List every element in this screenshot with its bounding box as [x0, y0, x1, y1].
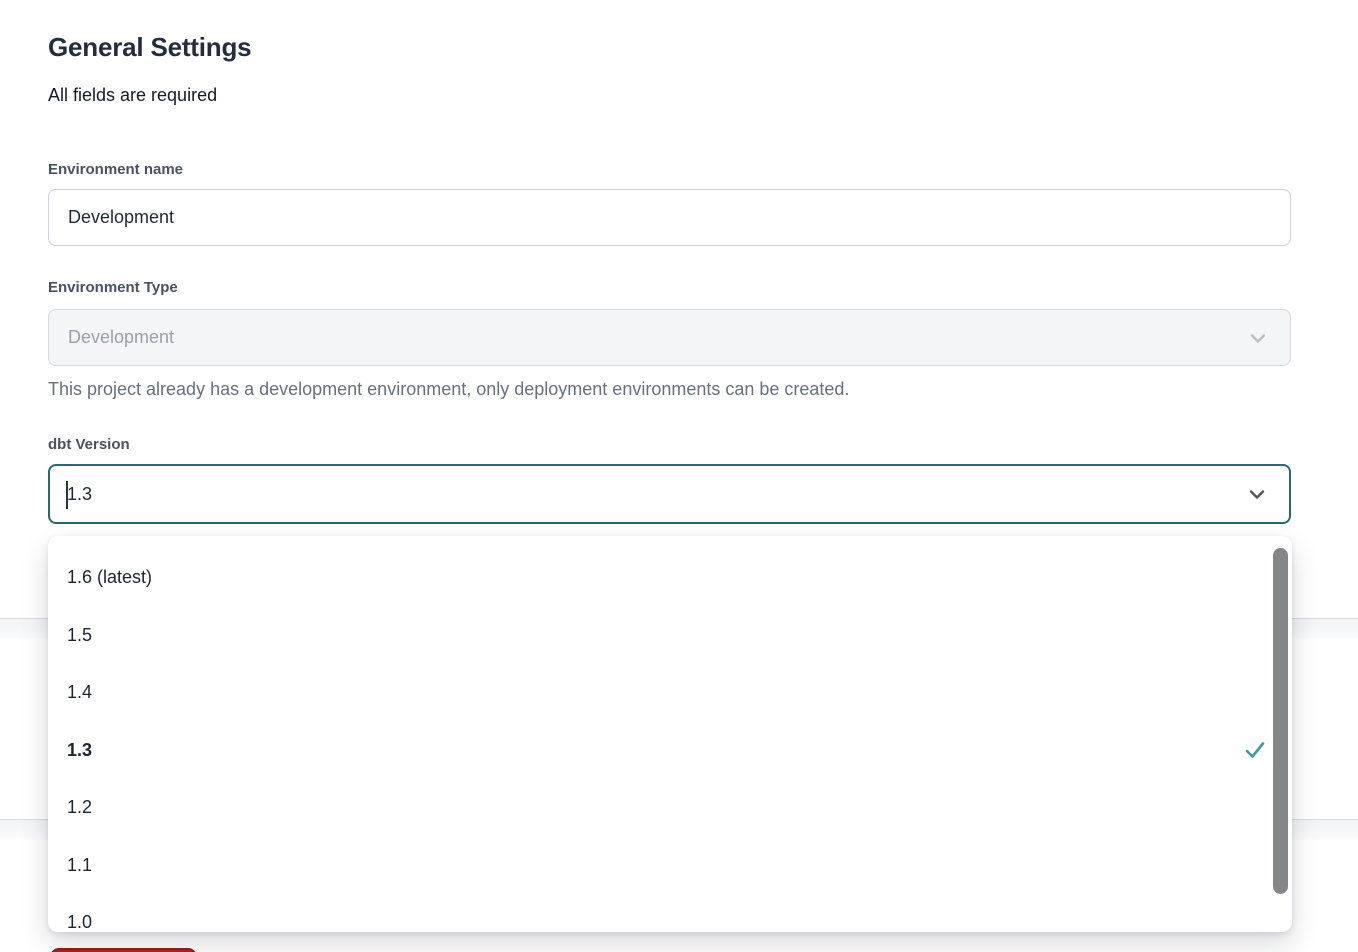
- dbt-version-combobox[interactable]: 1.3: [48, 464, 1291, 524]
- version-option-label: 1.2: [67, 797, 92, 818]
- page-title: General Settings: [48, 32, 251, 63]
- version-option[interactable]: 1.4: [48, 664, 1292, 722]
- dbt-version-label: dbt Version: [48, 436, 130, 453]
- version-option[interactable]: 1.5: [48, 607, 1292, 665]
- version-option[interactable]: 1.2: [48, 779, 1292, 837]
- environment-name-input[interactable]: [48, 189, 1291, 246]
- danger-button[interactable]: [50, 948, 197, 952]
- version-option-label: 1.4: [67, 682, 92, 703]
- version-option[interactable]: 1.0: [48, 894, 1292, 932]
- environment-type-helper: This project already has a development e…: [48, 379, 849, 400]
- general-settings-page: General Settings All fields are required…: [0, 0, 1358, 952]
- version-option-label: 1.1: [67, 855, 92, 876]
- version-option[interactable]: 1.1: [48, 837, 1292, 895]
- dbt-version-value: 1.3: [67, 484, 92, 505]
- version-option-list: 1.6 (latest) 1.5 1.4 1.3 1.2 1.1 1.0: [48, 549, 1292, 932]
- chevron-down-icon: [1246, 326, 1270, 350]
- environment-type-value: Development: [68, 327, 174, 348]
- dropdown-scrollbar[interactable]: [1273, 548, 1288, 894]
- environment-type-label: Environment Type: [48, 279, 178, 296]
- chevron-down-icon[interactable]: [1245, 482, 1269, 506]
- environment-type-select: Development: [48, 309, 1291, 366]
- version-option-label: 1.5: [67, 625, 92, 646]
- version-option-label: 1.0: [67, 912, 92, 932]
- dbt-version-dropdown: 1.6 (latest) 1.5 1.4 1.3 1.2 1.1 1.0: [48, 536, 1292, 932]
- version-option-label: 1.3: [67, 740, 92, 761]
- check-icon: [1244, 739, 1266, 761]
- environment-name-label: Environment name: [48, 161, 183, 178]
- version-option[interactable]: 1.6 (latest): [48, 549, 1292, 607]
- page-subtitle: All fields are required: [48, 85, 217, 106]
- version-option[interactable]: 1.3: [48, 722, 1292, 780]
- text-caret: [66, 481, 68, 509]
- version-option-label: 1.6 (latest): [67, 567, 152, 588]
